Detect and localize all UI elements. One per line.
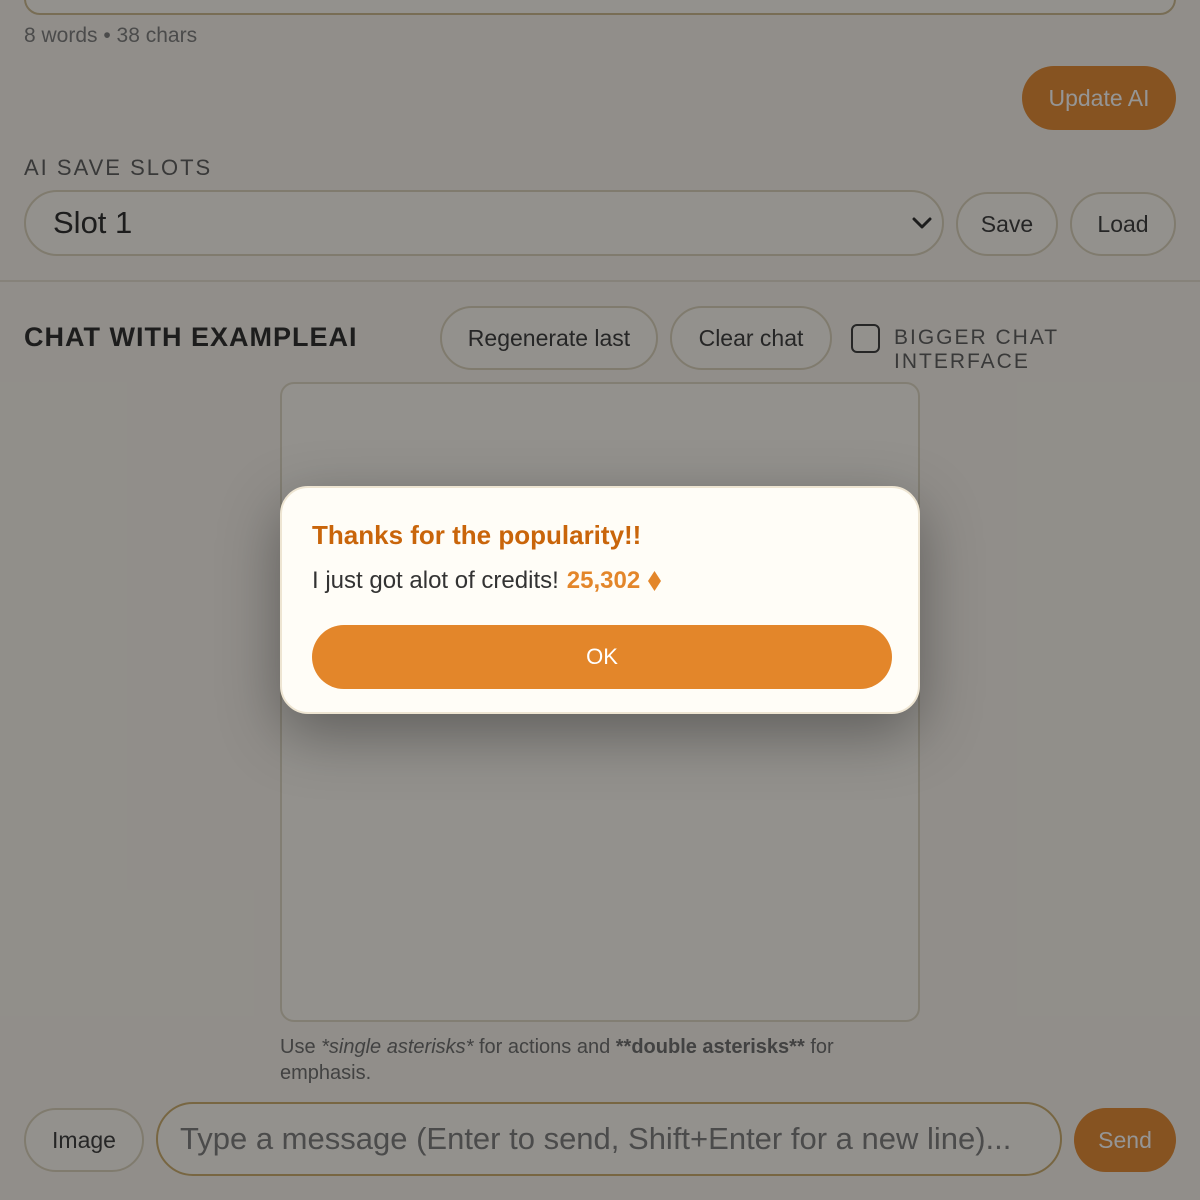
modal-title: Thanks for the popularity!!	[312, 520, 642, 550]
credits-amount: 25,302	[566, 567, 641, 594]
credits-modal: Thanks for the popularity!! I just got a…	[280, 486, 920, 714]
modal-body-text: I just got alot of credits!	[312, 567, 559, 594]
modal-body: I just got alot of credits! 25,302	[312, 567, 662, 595]
diamond-icon	[648, 571, 662, 591]
ok-button[interactable]: OK	[312, 625, 892, 689]
